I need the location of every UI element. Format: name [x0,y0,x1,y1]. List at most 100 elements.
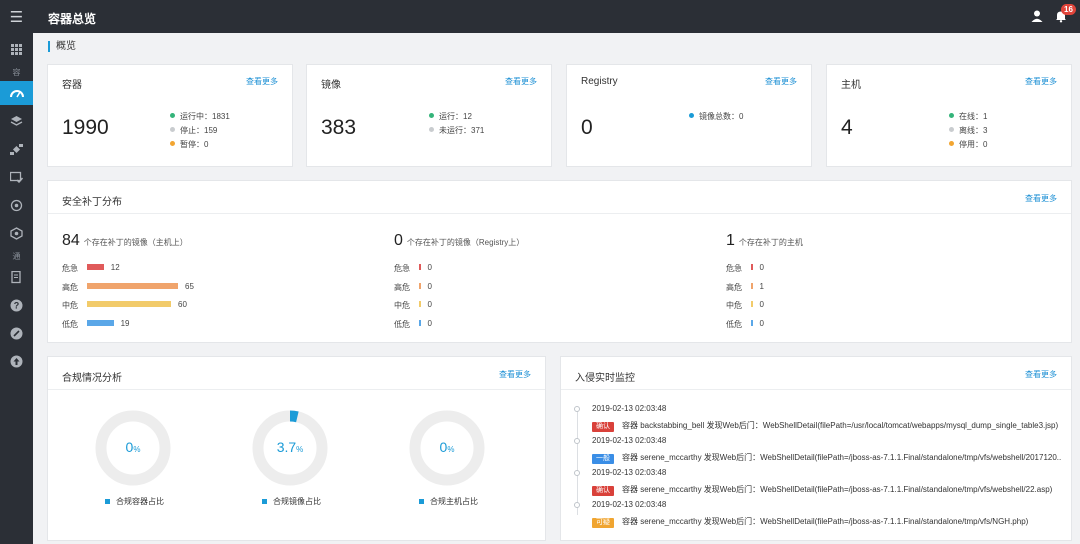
severity-count: 1 [759,281,764,291]
card-title: 入侵实时监控 [575,373,635,384]
donut-legend: 合规主机占比 [419,496,478,507]
severity-bar [87,319,114,326]
registry-count: 0 [581,116,593,139]
patch-total-number: 84 [62,232,80,249]
card-header [48,357,545,390]
container-count: 1990 [62,116,109,139]
view-more-link[interactable]: 查看更多 [1025,76,1057,87]
status-dot [949,141,954,146]
patch-total-number: 1 [726,232,735,249]
network-icon [10,199,23,211]
menu-icon[interactable]: ☰ [0,0,33,33]
sidebar-item-apps[interactable] [0,37,33,61]
severity-bar [87,264,104,270]
sidebar-item-network[interactable] [0,193,33,217]
severity-label: 低危 [726,319,742,329]
severity-row: 低危 0 [726,318,926,330]
top-bar: ☰ 容器总览 16 [0,0,1080,33]
compliance-card: 合规情况分析 查看更多 0% 合规容器占比 3.7% 合规镜像占比 0% 合规主机占比 [47,356,546,541]
view-more-link[interactable]: 查看更多 [1025,369,1057,380]
severity-count: 0 [759,300,764,309]
patch-total-caption: 个存在补丁的镜像（Registry上） [406,238,525,247]
dashboard-icon [9,90,24,98]
view-more-link[interactable]: 查看更多 [505,76,537,87]
timeline-dot [574,406,580,412]
legend-item: 停用：0 [949,138,987,152]
event-severity-tag: 确认 [592,486,614,496]
view-more-link[interactable]: 查看更多 [765,76,797,87]
donut-value-number: 3.7 [276,439,297,455]
event-message[interactable]: 确认 容器 backstabbing_bell 发现Web后门：WebShellD… [592,420,1062,432]
card-header [561,357,1071,390]
legend-item: 离线：3 [949,124,987,138]
patch-total-caption: 个存在补丁的镜像（主机上） [83,238,188,247]
event-text: 容器 serene_mccarthy 发现Web后门：WebShellDetai… [622,453,1062,462]
legend-item: 停止：159 [170,124,230,138]
timeline-dot [574,470,580,476]
apps-grid-icon [11,43,22,55]
legend-square [419,499,424,504]
patch-total: 0 个存在补丁的镜像（Registry上） [394,232,524,250]
sidebar-item-upload[interactable] [0,349,33,373]
severity-row: 高危 0 [394,281,594,293]
shield-gear-icon [10,226,23,240]
severity-bar [419,282,421,289]
view-more-link[interactable]: 查看更多 [1025,193,1057,204]
sidebar-item-reports[interactable] [0,265,33,289]
severity-label: 低危 [394,319,410,329]
page-title: 容器总览 [48,12,97,26]
patch-total-caption: 个存在补丁的主机 [738,238,803,247]
user-icon[interactable] [1030,9,1044,23]
notification-badge: 16 [1061,4,1076,15]
sidebar-item-compliance[interactable] [0,165,33,189]
status-dot [949,113,954,118]
event-time: 2019-02-13 02:03:48 [592,468,667,477]
sidebar-item-protect[interactable] [0,221,33,245]
severity-count: 0 [427,318,432,328]
severity-label: 低危 [62,319,78,329]
severity-label: 危急 [726,264,742,273]
event-severity-tag: 可疑 [592,518,614,528]
card-title: 容器 [62,80,82,91]
severity-bar [419,319,421,326]
view-more-link[interactable]: 查看更多 [499,369,531,380]
severity-label: 中危 [394,301,410,310]
svg-text:?: ? [14,300,20,310]
sidebar-item-settings[interactable] [0,321,33,345]
legend-item: 运行：12 [429,110,484,124]
timeline-line [577,410,578,515]
donut-value-unit: % [296,445,304,454]
card-title: 合规情况分析 [62,373,122,384]
event-message[interactable]: 一般 容器 serene_mccarthy 发现Web后门：WebShellDet… [592,452,1062,464]
severity-count: 0 [759,263,764,272]
donut-chart: 0% [95,410,171,486]
donut-value: 0% [409,439,485,455]
event-message[interactable]: 确认 容器 serene_mccarthy 发现Web后门：WebShellDet… [592,484,1062,496]
severity-label: 高危 [394,282,410,292]
donut-value: 0% [95,439,171,455]
donut-legend: 合规镜像占比 [262,496,321,507]
status-dot [689,113,694,118]
donut-legend-text: 合规容器占比 [116,497,164,506]
status-dot [949,127,954,132]
donut-value-unit: % [447,445,455,454]
legend-item: 镜像总数：0 [689,110,743,124]
sidebar-item-security[interactable] [0,137,33,161]
event-time: 2019-02-13 02:03:48 [592,404,667,413]
severity-bar [419,301,421,307]
sidebar-item-images[interactable] [0,109,33,133]
sidebar-item-overview[interactable] [0,81,33,105]
severity-label: 中危 [62,301,78,310]
event-severity-tag: 确认 [592,422,614,432]
severity-bar [751,282,753,289]
breadcrumb: 概览 [48,41,76,52]
summary-card-hosts: 主机 查看更多 4 在线：1 离线：3 停用：0 [826,64,1072,167]
severity-row: 危急 0 [726,262,926,274]
view-more-link[interactable]: 查看更多 [246,76,278,87]
patch-total-number: 0 [394,232,403,249]
event-message[interactable]: 可疑 容器 serene_mccarthy 发现Web后门：WebShellDet… [592,516,1062,528]
severity-row: 中危 0 [394,299,594,311]
summary-card-images: 镜像 查看更多 383 运行：12 未运行：371 [306,64,552,167]
severity-bar [751,264,753,270]
sidebar-item-help[interactable]: ? [0,293,33,317]
